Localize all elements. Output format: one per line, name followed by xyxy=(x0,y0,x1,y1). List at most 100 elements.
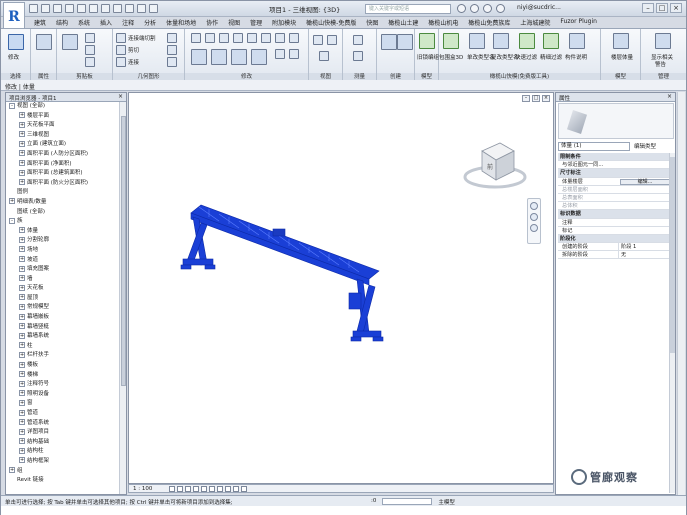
close-icon[interactable]: × xyxy=(667,93,672,100)
tree-item[interactable]: + 幕墙嵌板 xyxy=(6,313,120,323)
tree-item[interactable]: + 结构基础 xyxy=(6,438,120,448)
expand-toggle-icon[interactable]: + xyxy=(19,169,25,176)
expand-toggle-icon[interactable]: + xyxy=(19,371,25,378)
expand-toggle-icon[interactable]: + xyxy=(19,265,25,272)
edit-type-button[interactable]: 编辑类型 xyxy=(634,142,656,150)
geometry-item-label[interactable]: 连接 xyxy=(128,58,139,66)
show-crop-icon[interactable] xyxy=(217,486,223,492)
tree-item[interactable]: + 填充图案 xyxy=(6,265,120,275)
wall-joins-icon[interactable] xyxy=(167,33,177,43)
scrollbar-thumb[interactable] xyxy=(670,157,675,353)
tree-item[interactable]: + 常规模型 xyxy=(6,303,120,313)
create-group-icon[interactable] xyxy=(397,34,413,50)
component-info-icon[interactable] xyxy=(569,33,585,49)
ribbon-tab[interactable]: 插入 xyxy=(95,17,117,28)
tree-item[interactable]: + 坡道 xyxy=(6,256,120,266)
property-group-header[interactable]: 尺寸标注 xyxy=(558,169,674,178)
view-scale[interactable]: 1 : 100 xyxy=(133,486,152,492)
tree-item[interactable]: + 注释符号 xyxy=(6,380,120,390)
expand-toggle-icon[interactable]: + xyxy=(19,351,25,358)
expand-toggle-icon[interactable]: + xyxy=(9,467,15,474)
redo-icon[interactable] xyxy=(65,4,74,13)
close-hidden-icon[interactable] xyxy=(149,4,158,13)
expand-toggle-icon[interactable]: + xyxy=(19,236,25,243)
expand-toggle-icon[interactable]: + xyxy=(19,323,25,330)
text-icon[interactable] xyxy=(101,4,110,13)
expand-toggle-icon[interactable]: + xyxy=(19,284,25,291)
star-icon[interactable] xyxy=(483,4,492,13)
delete-icon[interactable] xyxy=(289,49,299,59)
open-icon[interactable] xyxy=(29,4,38,13)
property-group-header[interactable]: 阶段化 xyxy=(558,234,674,244)
match-properties-icon[interactable] xyxy=(85,57,95,67)
expand-toggle-icon[interactable]: + xyxy=(19,447,25,454)
expand-toggle-icon[interactable]: + xyxy=(19,179,25,186)
reveal-hidden-icon[interactable] xyxy=(241,486,247,492)
tree-item[interactable]: + 三维视图 xyxy=(6,131,120,141)
tree-item[interactable]: + 明细表/数量 xyxy=(6,198,120,208)
3d-view-canvas[interactable]: – □ × 前 xyxy=(128,92,554,484)
expand-toggle-icon[interactable]: + xyxy=(19,313,25,320)
property-value[interactable]: 无 xyxy=(618,251,674,260)
cut-geometry-icon[interactable] xyxy=(116,45,126,55)
user-icon[interactable] xyxy=(496,4,505,13)
cut-icon[interactable] xyxy=(85,33,95,43)
zoom-icon[interactable] xyxy=(530,213,538,221)
expand-toggle-icon[interactable]: + xyxy=(19,112,25,119)
undo-icon[interactable] xyxy=(53,4,62,13)
render-icon[interactable] xyxy=(201,486,207,492)
tree-item[interactable]: + 管道 xyxy=(6,409,120,419)
ribbon-tab[interactable]: 管理 xyxy=(245,17,267,28)
tree-item[interactable]: + 详图项目 xyxy=(6,428,120,438)
close-icon[interactable]: × xyxy=(118,93,123,100)
ribbon-tab[interactable]: 视图 xyxy=(223,17,245,28)
bounding-box-3d-icon[interactable] xyxy=(443,33,459,49)
expand-toggle-icon[interactable]: + xyxy=(19,428,25,435)
tree-item[interactable]: + 面积平面 (人防分区面积) xyxy=(6,150,120,160)
expand-toggle-icon[interactable]: + xyxy=(19,419,25,426)
offset-icon[interactable] xyxy=(205,33,215,43)
visual-style-icon[interactable] xyxy=(177,486,183,492)
tree-item[interactable]: + 照明设备 xyxy=(6,390,120,400)
expand-toggle-icon[interactable]: + xyxy=(19,121,25,128)
right-scrollbar[interactable] xyxy=(677,92,685,495)
shadows-icon[interactable] xyxy=(193,486,199,492)
expand-toggle-icon[interactable]: + xyxy=(19,342,25,349)
expand-toggle-icon[interactable]: + xyxy=(19,140,25,147)
section-icon[interactable] xyxy=(125,4,134,13)
tree-item[interactable]: + 面积平面 (防火分区面积) xyxy=(6,179,120,189)
ribbon-tab[interactable]: 建筑 xyxy=(29,17,51,28)
move-icon[interactable] xyxy=(191,49,207,65)
geometry-item-label[interactable]: 剪切 xyxy=(128,46,139,54)
expand-toggle-icon[interactable]: + xyxy=(19,227,25,234)
batch-rename-icon[interactable] xyxy=(493,33,509,49)
tree-item[interactable]: + 组 xyxy=(6,467,120,477)
expand-toggle-icon[interactable]: + xyxy=(19,275,25,282)
binoculars-icon[interactable] xyxy=(457,4,466,13)
ribbon-tab[interactable]: 附加模块 xyxy=(267,17,301,28)
expand-toggle-icon[interactable]: + xyxy=(19,131,25,138)
tree-item[interactable]: + 管道系统 xyxy=(6,419,120,429)
create-parts-icon[interactable] xyxy=(381,34,397,50)
ribbon-tab[interactable]: 上海城建院 xyxy=(515,17,555,28)
show-related-warnings-icon[interactable] xyxy=(655,33,671,49)
mirror-draw-icon[interactable] xyxy=(233,33,243,43)
copy-icon[interactable] xyxy=(85,45,95,55)
scale-icon[interactable] xyxy=(289,33,299,43)
sun-path-icon[interactable] xyxy=(185,486,191,492)
edit-mass-floors-button[interactable]: 编辑... xyxy=(620,178,670,185)
fine-filter-icon[interactable] xyxy=(543,33,559,49)
copy-element-icon[interactable] xyxy=(211,49,227,65)
trim-icon[interactable] xyxy=(251,49,267,65)
project-browser-scrollbar[interactable] xyxy=(119,102,126,494)
properties-icon[interactable] xyxy=(36,34,52,50)
tree-item[interactable]: + 墙 xyxy=(6,275,120,285)
search-input[interactable]: 键入关键字或短语 xyxy=(365,4,451,14)
ribbon-tab[interactable]: 橄榄山快模-免费版 xyxy=(301,17,361,28)
rename-type-icon[interactable] xyxy=(469,33,485,49)
expand-toggle-icon[interactable]: + xyxy=(19,150,25,157)
expand-toggle-icon[interactable]: + xyxy=(19,303,25,310)
minimize-button[interactable]: – xyxy=(642,3,654,13)
crop-view-icon[interactable] xyxy=(209,486,215,492)
modify-icon[interactable] xyxy=(8,34,24,50)
